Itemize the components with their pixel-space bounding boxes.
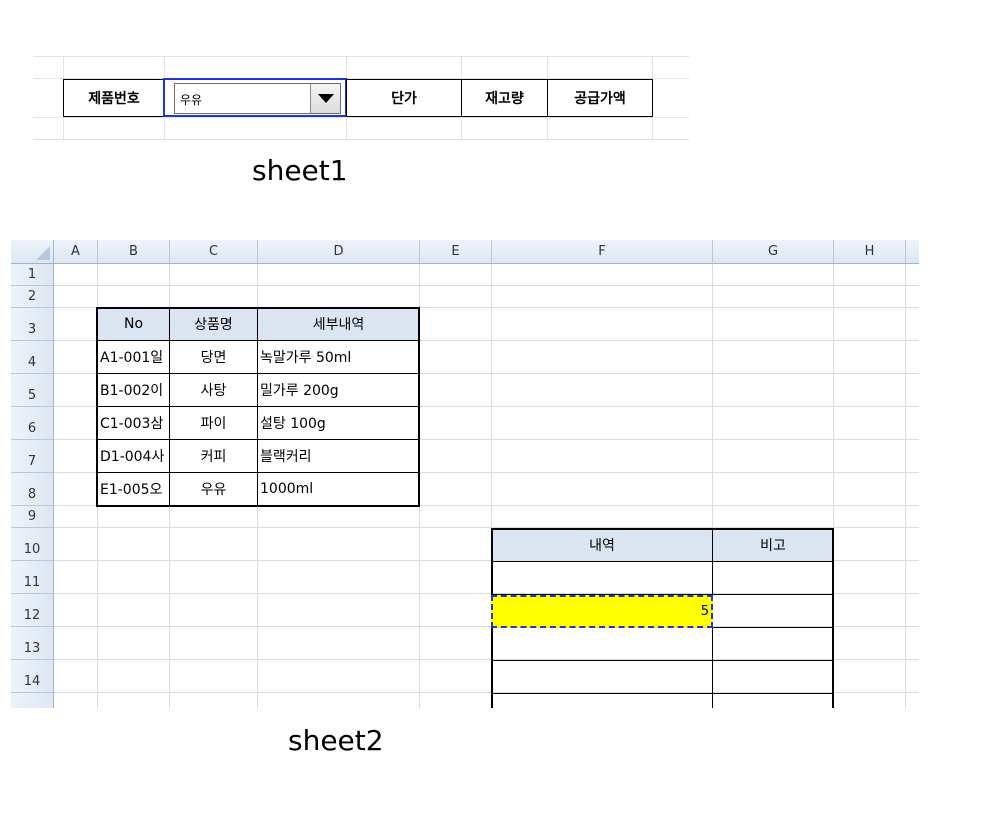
table-cell-name[interactable]: 우유 [170, 473, 257, 505]
header-no[interactable]: No [98, 308, 169, 340]
product-dropdown[interactable]: 우유 [163, 78, 347, 117]
row-header-4[interactable]: 4 [11, 341, 54, 374]
header-product-number[interactable]: 제품번호 [63, 79, 165, 117]
column-header-f[interactable]: F [492, 240, 713, 264]
row-header-6[interactable]: 6 [11, 407, 54, 440]
select-all-icon [36, 246, 50, 260]
column-header-g[interactable]: G [713, 240, 834, 264]
column-header-partial[interactable] [906, 240, 919, 264]
column-header-b[interactable]: B [98, 240, 170, 264]
gridline [33, 56, 689, 57]
column-header-e[interactable]: E [420, 240, 492, 264]
table-cell-name[interactable]: 당면 [170, 341, 257, 373]
table-cell-no[interactable]: E1-005오 [100, 473, 169, 505]
column-header-c[interactable]: C [170, 240, 258, 264]
row-header-7[interactable]: 7 [11, 440, 54, 473]
dropdown-value: 우유 [180, 93, 203, 107]
row-header-12[interactable]: 12 [11, 594, 54, 627]
row-header-1[interactable]: 1 [11, 264, 54, 286]
table-cell-no[interactable]: D1-004사 [100, 440, 169, 472]
row-header-5[interactable]: 5 [11, 374, 54, 407]
table-cell-name[interactable]: 커피 [170, 440, 257, 472]
row-header-2[interactable]: 2 [11, 286, 54, 308]
table-cell-detail[interactable]: 블랙커리 [260, 440, 419, 472]
column-header-h[interactable]: H [834, 240, 906, 264]
row-header-3[interactable]: 3 [11, 308, 54, 341]
table-cell-detail[interactable]: 밀가루 200g [260, 374, 419, 406]
header-remarks[interactable]: 비고 [713, 529, 833, 561]
row-header-14[interactable]: 14 [11, 660, 54, 693]
gridline [33, 139, 689, 140]
row-header-9[interactable]: 9 [11, 506, 54, 528]
table-line [492, 693, 833, 694]
table-cell-no[interactable]: A1-001일 [100, 341, 169, 373]
row-header-13[interactable]: 13 [11, 627, 54, 660]
column-header-d[interactable]: D [258, 240, 420, 264]
table-cell-detail[interactable]: 1000ml [260, 473, 419, 505]
row-header-11[interactable]: 11 [11, 561, 54, 594]
sheet1-caption: sheet1 [252, 154, 348, 187]
header-product-name[interactable]: 상품명 [170, 308, 257, 340]
table-cell-detail[interactable]: 녹말가루 50ml [260, 341, 419, 373]
table-cell-name[interactable]: 사탕 [170, 374, 257, 406]
header-unit-price[interactable]: 단가 [346, 79, 462, 117]
table-cell-no[interactable]: B1-002이 [100, 374, 169, 406]
header-detail[interactable]: 세부내역 [258, 308, 419, 340]
select-all-corner[interactable] [11, 240, 54, 264]
gridline [905, 264, 906, 708]
sheet2-caption: sheet2 [288, 724, 384, 757]
gridline [33, 117, 689, 118]
gridline [54, 285, 919, 286]
chevron-down-icon [318, 94, 334, 103]
header-details[interactable]: 내역 [492, 529, 712, 561]
header-supply-amount[interactable]: 공급가액 [547, 79, 653, 117]
row-header-partial[interactable] [11, 693, 54, 708]
table-cell-detail[interactable]: 설탕 100g [260, 407, 419, 439]
dropdown-button[interactable] [310, 84, 340, 113]
sheet2-grid: A B C D E F G H 1 2 3 4 5 6 7 8 9 10 11 … [11, 240, 919, 708]
header-stock[interactable]: 재고량 [461, 79, 548, 117]
table-line [492, 660, 833, 661]
dropdown-box[interactable]: 우유 [174, 83, 341, 114]
selected-cell-f12[interactable]: 5 [491, 595, 713, 628]
table-line [492, 561, 833, 562]
row-header-10[interactable]: 10 [11, 528, 54, 561]
table-cell-name[interactable]: 파이 [170, 407, 257, 439]
row-header-8[interactable]: 8 [11, 473, 54, 506]
table-cell-no[interactable]: C1-003삼 [100, 407, 169, 439]
column-header-a[interactable]: A [54, 240, 98, 264]
